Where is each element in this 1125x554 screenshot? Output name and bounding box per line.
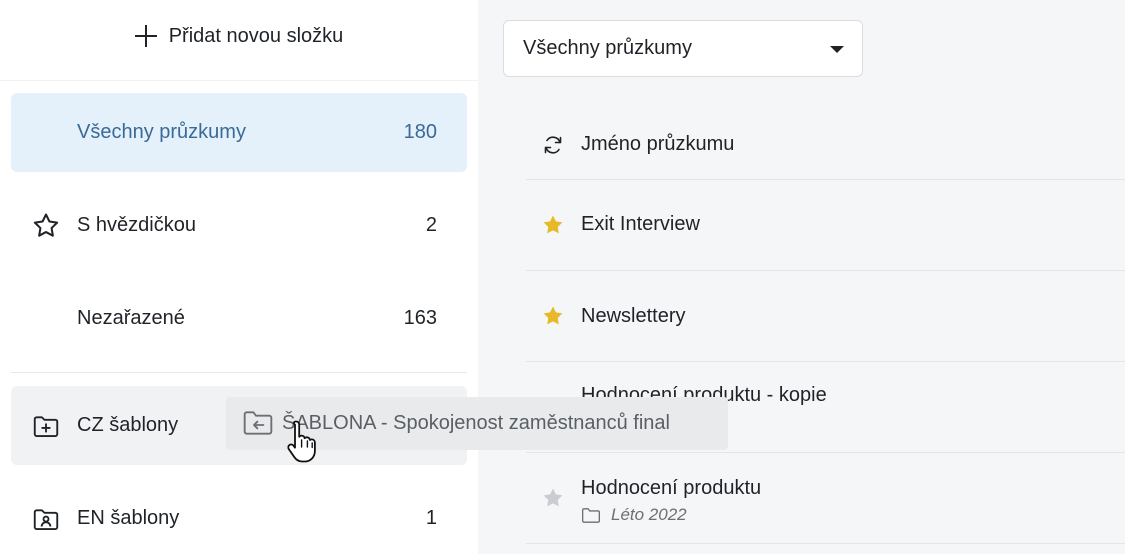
sidebar-item-all-surveys[interactable]: Všechny průzkumy 180 <box>11 93 467 172</box>
plus-icon <box>134 25 157 47</box>
sidebar-item-count: 2 <box>425 214 437 236</box>
sidebar-item-en-templates[interactable]: EN šablony 1 <box>11 479 467 554</box>
sidebar-item-label: EN šablony <box>77 507 180 529</box>
sidebar-item-label: Všechny průzkumy <box>77 121 246 143</box>
list-header[interactable]: Jméno průzkumu <box>526 110 1125 180</box>
survey-title: Exit Interview <box>581 213 700 235</box>
divider <box>11 372 467 373</box>
folder-plus-icon <box>31 411 61 441</box>
add-folder-label: Přidat novou složku <box>168 24 344 47</box>
survey-title: Newslettery <box>581 305 686 327</box>
sidebar-item-label: S hvězdičkou <box>77 214 196 236</box>
survey-row[interactable]: Exit Interview <box>526 180 1125 271</box>
folder-icon <box>582 507 600 523</box>
survey-title: Hodnocení produktu <box>581 477 762 499</box>
add-folder-button[interactable]: Přidat novou složku <box>0 14 478 58</box>
sidebar-item-count: 163 <box>403 307 437 329</box>
survey-folder: Léto 2022 <box>581 505 687 525</box>
star-empty-icon[interactable] <box>541 486 565 510</box>
filter-value: Všechny průzkumy <box>523 37 692 59</box>
caret-down-icon <box>830 46 844 53</box>
sidebar-item-starred[interactable]: S hvězdičkou 2 <box>11 186 467 265</box>
sidebar-item-count: 180 <box>403 121 437 143</box>
survey-row[interactable]: Hodnocení produktu Léto 2022 <box>526 453 1125 544</box>
folder-sidebar: Přidat novou složku Všechny průzkumy 180… <box>0 0 478 554</box>
divider <box>0 80 478 81</box>
sidebar-item-uncategorized[interactable]: Nezařazené 163 <box>11 279 467 358</box>
folder-user-icon <box>31 504 61 534</box>
sidebar-item-count: 1 <box>425 507 437 529</box>
folder-move-icon <box>242 409 274 437</box>
star-filled-icon[interactable] <box>541 304 565 328</box>
survey-list-panel: Všechny průzkumy Jméno průzkumu Exit Int… <box>478 0 1125 554</box>
sidebar-item-label: CZ šablony <box>77 414 179 436</box>
hand-pointer-icon <box>287 420 316 463</box>
column-header-survey-name: Jméno průzkumu <box>581 133 735 155</box>
star-filled-icon[interactable] <box>541 213 565 237</box>
sidebar-item-label: Nezařazené <box>77 307 185 329</box>
star-outline-icon <box>31 211 61 241</box>
survey-row[interactable]: Newslettery <box>526 271 1125 362</box>
survey-folder-name: Léto 2022 <box>611 505 687 524</box>
drag-preview-label: ŠABLONA - Spokojenost zaměstnanců final <box>282 412 670 434</box>
refresh-icon[interactable] <box>541 133 565 157</box>
survey-filter-select[interactable]: Všechny průzkumy <box>503 20 863 77</box>
